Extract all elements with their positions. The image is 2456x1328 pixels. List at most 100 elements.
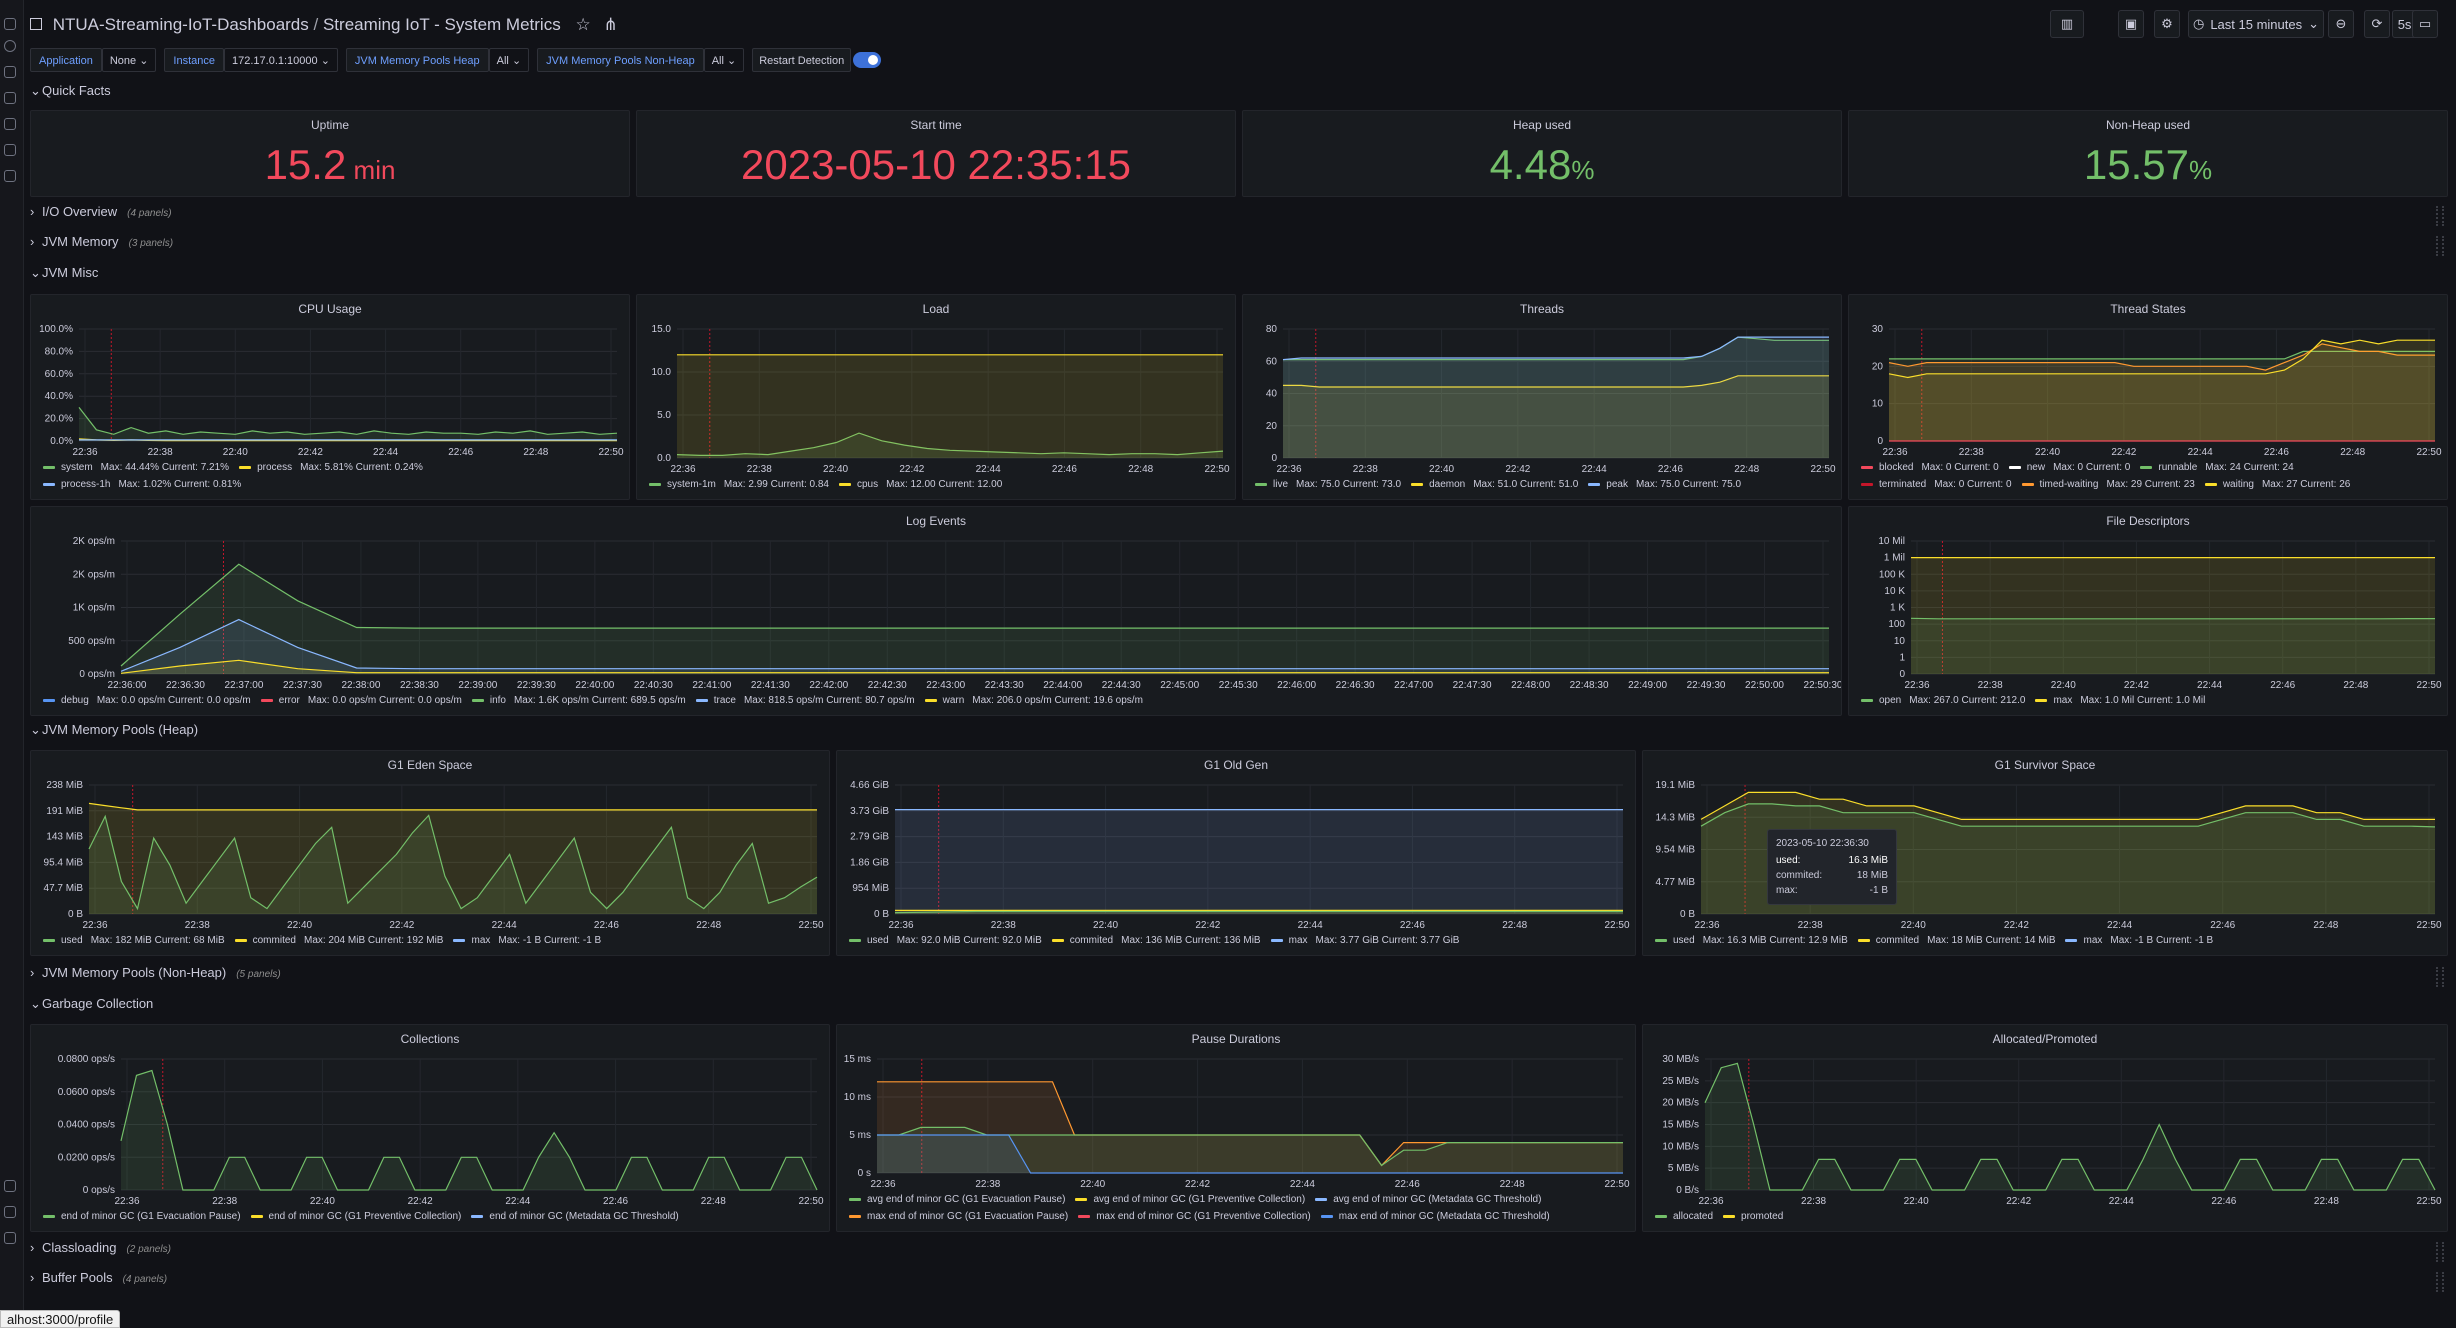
threads-panel[interactable]: Threads 80 60 40 20 0 22:36 22:38 22:40 22:42 22:4… bbox=[1242, 294, 1842, 500]
g1-old-gen-panel[interactable]: G1 Old Gen 4.66 GiB 3.73 GiB 2.79 GiB 1.86 G… bbox=[836, 750, 1636, 956]
load-panel[interactable]: Load 15.0 10.0 5.0 0.0 22:36 22:38 22:40 22:42 22… bbox=[636, 294, 1236, 500]
restart-detection-toggle[interactable] bbox=[853, 52, 882, 68]
drag-handle-icon[interactable] bbox=[2436, 967, 2444, 987]
row-heap-pools[interactable]: ⌄JVM Memory Pools (Heap) bbox=[30, 722, 2444, 746]
time-picker-button[interactable]: ◷ Last 15 minutes ⌄ bbox=[2188, 10, 2324, 38]
alerting-icon[interactable] bbox=[4, 170, 16, 182]
legend-item[interactable]: avg end of minor GC (G1 Preventive Colle… bbox=[1075, 1191, 1305, 1208]
thread-states-panel[interactable]: Thread States 30 20 10 0 22:36 22:38 22:40 22:42… bbox=[1848, 294, 2448, 500]
variable-select-heap-pools[interactable]: All ⌄ bbox=[488, 48, 530, 72]
legend-item[interactable]: warn Max: 206.0 ops/m Current: 19.6 ops/m bbox=[924, 692, 1143, 709]
legend-item[interactable]: end of minor GC (G1 Evacuation Pause) bbox=[43, 1208, 241, 1225]
legend-item[interactable]: trace Max: 818.5 ops/m Current: 80.7 ops/… bbox=[695, 692, 915, 709]
legend-item[interactable]: runnable Max: 24 Current: 24 bbox=[2140, 459, 2294, 476]
breadcrumb-folder[interactable]: NTUA-Streaming-IoT-Dashboards bbox=[53, 15, 309, 34]
legend-item[interactable]: process Max: 5.81% Current: 0.24% bbox=[239, 459, 423, 476]
zoom-out-button[interactable]: ⊖ bbox=[2328, 10, 2354, 38]
row-nonheap-pools[interactable]: › JVM Memory Pools (Non-Heap) (5 panels) bbox=[30, 965, 2444, 989]
help-icon[interactable] bbox=[4, 1206, 16, 1218]
legend-item[interactable]: promoted bbox=[1723, 1208, 1783, 1225]
star-icon[interactable]: ☆ bbox=[575, 15, 590, 34]
row-jvm-memory[interactable]: › JVM Memory (3 panels) bbox=[30, 234, 2444, 258]
refresh-button[interactable]: ⟳ bbox=[2364, 10, 2390, 38]
row-buffer-pools[interactable]: › Buffer Pools (4 panels) bbox=[30, 1270, 2444, 1294]
legend-item[interactable]: waiting Max: 27 Current: 26 bbox=[2204, 476, 2350, 493]
legend-item[interactable]: commited Max: 18 MiB Current: 14 MiB bbox=[1857, 932, 2055, 949]
log-events-panel[interactable]: Log Events 2K ops/m 2K ops/m 1K ops/m 500 op… bbox=[30, 506, 1842, 716]
drag-handle-icon[interactable] bbox=[2436, 206, 2444, 226]
legend-item[interactable]: max Max: -1 B Current: -1 B bbox=[453, 932, 601, 949]
legend-item[interactable]: commited Max: 136 MiB Current: 136 MiB bbox=[1051, 932, 1261, 949]
dashboard-settings-button[interactable]: ⚙ bbox=[2154, 10, 2180, 38]
row-quick-facts[interactable]: ⌄Quick Facts bbox=[30, 83, 2444, 107]
drag-handle-icon[interactable] bbox=[2436, 236, 2444, 256]
starred-icon[interactable] bbox=[4, 92, 16, 104]
row-jvm-misc[interactable]: ⌄JVM Misc bbox=[30, 265, 2444, 289]
collections-panel[interactable]: Collections 0.0800 ops/s 0.0600 ops/s 0.040… bbox=[30, 1024, 830, 1232]
legend-item[interactable]: used Max: 16.3 MiB Current: 12.9 MiB bbox=[1655, 932, 1848, 949]
legend-item[interactable]: blocked Max: 0 Current: 0 bbox=[1861, 459, 1999, 476]
legend-item[interactable]: terminated Max: 0 Current: 0 bbox=[1861, 476, 2012, 493]
legend-item[interactable]: live Max: 75.0 Current: 73.0 bbox=[1255, 476, 1401, 493]
legend-item[interactable]: new Max: 0 Current: 0 bbox=[2008, 459, 2130, 476]
grafana-logo-icon[interactable] bbox=[4, 18, 16, 30]
tv-mode-button[interactable]: ▭ bbox=[2412, 10, 2438, 38]
uptime-panel[interactable]: Uptime 15.2 min bbox=[30, 110, 630, 197]
drag-handle-icon[interactable] bbox=[2436, 1272, 2444, 1292]
pause-durations-panel[interactable]: Pause Durations 15 ms 10 ms 5 ms 0 s 22:36 22:… bbox=[836, 1024, 1636, 1232]
nonheap-used-panel[interactable]: Non-Heap used 15.57% bbox=[1848, 110, 2448, 197]
settings-icon[interactable] bbox=[4, 1180, 16, 1192]
file-descriptors-panel[interactable]: File Descriptors 10 Mil 1 Mil 100 K 10 K1 K1… bbox=[1848, 506, 2448, 716]
legend-item[interactable]: cpus Max: 12.00 Current: 12.00 bbox=[838, 476, 1002, 493]
legend-item[interactable]: allocated bbox=[1655, 1208, 1713, 1225]
legend-item[interactable]: end of minor GC (Metadata GC Threshold) bbox=[471, 1208, 679, 1225]
legend-item[interactable]: max end of minor GC (G1 Evacuation Pause… bbox=[849, 1208, 1068, 1225]
drag-handle-icon[interactable] bbox=[2436, 1242, 2444, 1262]
row-io-overview[interactable]: › I/O Overview (4 panels) bbox=[30, 204, 2444, 228]
series-line[interactable] bbox=[88, 802, 817, 811]
profile-icon[interactable] bbox=[4, 1232, 16, 1244]
g1-survivor-panel[interactable]: G1 Survivor Space 19.1 MiB 14.3 MiB 9.54 Mi… bbox=[1642, 750, 2448, 956]
add-panel-button[interactable]: ▥ bbox=[2050, 10, 2084, 38]
variable-select-instance[interactable]: 172.17.0.1:10000 ⌄ bbox=[224, 48, 338, 72]
variable-select-nonheap-pools[interactable]: All ⌄ bbox=[703, 48, 745, 72]
legend-item[interactable]: used Max: 182 MiB Current: 68 MiB bbox=[43, 932, 225, 949]
legend-item[interactable]: timed-waiting Max: 29 Current: 23 bbox=[2021, 476, 2195, 493]
legend-item[interactable]: open Max: 267.0 Current: 212.0 bbox=[1861, 692, 2025, 709]
legend-item[interactable]: peak Max: 75.0 Current: 75.0 bbox=[1588, 476, 1741, 493]
legend-item[interactable]: avg end of minor GC (G1 Evacuation Pause… bbox=[849, 1191, 1065, 1208]
legend-item[interactable]: max Max: -1 B Current: -1 B bbox=[2065, 932, 2213, 949]
dashboards-icon[interactable] bbox=[4, 118, 16, 130]
legend-item[interactable]: process-1h Max: 1.02% Current: 0.81% bbox=[43, 476, 241, 493]
share-icon[interactable]: ⋔ bbox=[603, 15, 617, 34]
legend-item[interactable]: end of minor GC (G1 Preventive Collectio… bbox=[250, 1208, 461, 1225]
allocated-promoted-panel[interactable]: Allocated/Promoted 30 MB/s 25 MB/s 20 MB/s 1… bbox=[1642, 1024, 2448, 1232]
legend-item[interactable]: max Max: 1.0 Mil Current: 1.0 Mil bbox=[2035, 692, 2205, 709]
start-time-panel[interactable]: Start time 2023-05-10 22:35:15 bbox=[636, 110, 1236, 197]
explore-icon[interactable] bbox=[4, 144, 16, 156]
variable-select-application[interactable]: None ⌄ bbox=[101, 48, 157, 72]
legend-item[interactable]: system Max: 44.44% Current: 7.21% bbox=[43, 459, 229, 476]
legend-item[interactable]: max end of minor GC (G1 Preventive Colle… bbox=[1078, 1208, 1311, 1225]
page-title[interactable]: Streaming IoT - System Metrics bbox=[323, 15, 561, 34]
legend-item[interactable]: info Max: 1.6K ops/m Current: 689.5 ops/m bbox=[471, 692, 686, 709]
heap-used-panel[interactable]: Heap used 4.48% bbox=[1242, 110, 1842, 197]
legend-item[interactable]: system-1m Max: 2.99 Current: 0.84 bbox=[649, 476, 829, 493]
g1-eden-panel[interactable]: G1 Eden Space 238 MiB 191 MiB 143 MiB 95.4 M… bbox=[30, 750, 830, 956]
cpu-usage-panel[interactable]: CPU Usage 100.0% 80.0% 60.0% 40.0% 20.0% 0.0% 2… bbox=[30, 294, 630, 500]
legend-item[interactable]: debug Max: 0.0 ops/m Current: 0.0 ops/m bbox=[43, 692, 251, 709]
legend-item[interactable]: daemon Max: 51.0 Current: 51.0 bbox=[1411, 476, 1578, 493]
search-icon[interactable] bbox=[4, 66, 16, 78]
save-dashboard-button[interactable]: ▣ bbox=[2118, 10, 2144, 38]
legend-item[interactable]: error Max: 0.0 ops/m Current: 0.0 ops/m bbox=[260, 692, 462, 709]
legend-item[interactable]: used Max: 92.0 MiB Current: 92.0 MiB bbox=[849, 932, 1042, 949]
legend-item[interactable]: commited Max: 204 MiB Current: 192 MiB bbox=[234, 932, 443, 949]
row-classloading[interactable]: › Classloading (2 panels) bbox=[30, 1240, 2444, 1264]
legend-stats: Max: 5.81% Current: 0.24% bbox=[300, 462, 423, 473]
series-line[interactable] bbox=[1910, 617, 2435, 620]
row-garbage-collection[interactable]: ⌄Garbage Collection bbox=[30, 996, 2444, 1020]
legend-item[interactable]: avg end of minor GC (Metadata GC Thresho… bbox=[1315, 1191, 1541, 1208]
expand-menu-icon[interactable] bbox=[4, 40, 16, 52]
legend-item[interactable]: max Max: 3.77 GiB Current: 3.77 GiB bbox=[1270, 932, 1459, 949]
legend-item[interactable]: max end of minor GC (Metadata GC Thresho… bbox=[1320, 1208, 1550, 1225]
